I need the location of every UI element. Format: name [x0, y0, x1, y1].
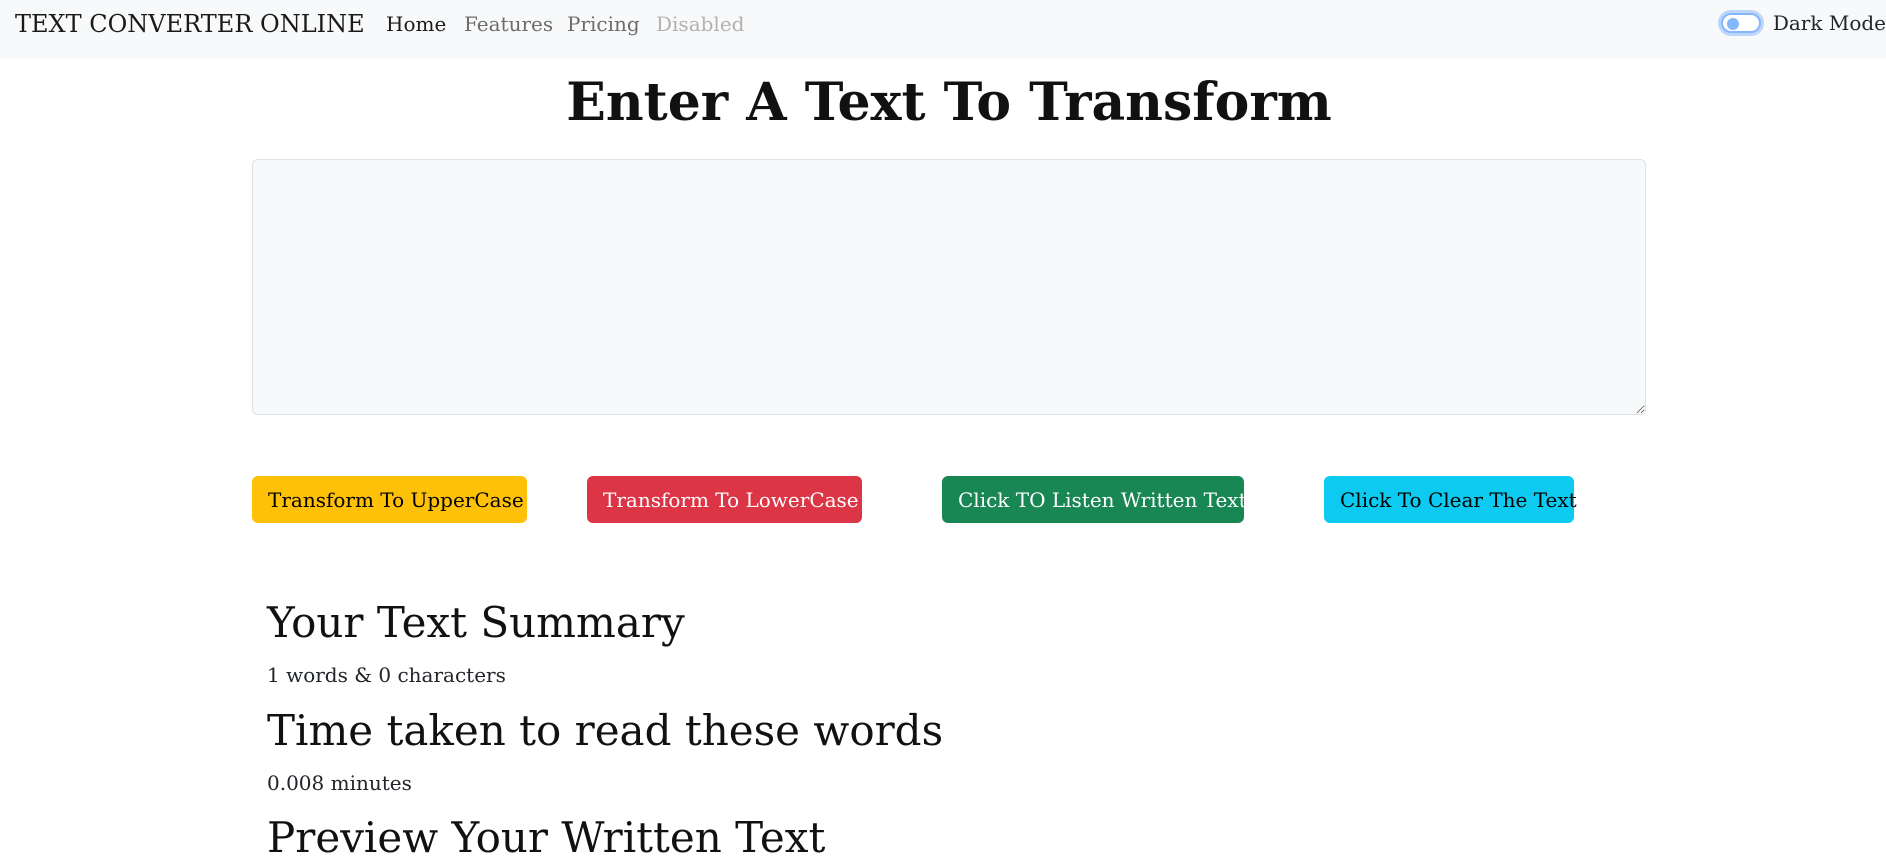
- text-input[interactable]: [252, 159, 1646, 415]
- nav-link-pricing[interactable]: Pricing: [567, 12, 640, 36]
- listen-button[interactable]: Click TO Listen Written Text: [942, 476, 1247, 523]
- read-time-value: 0.008 minutes: [267, 771, 412, 795]
- nav-link-home[interactable]: Home: [386, 12, 446, 36]
- dark-mode-toggle[interactable]: Dark Mode: [1720, 10, 1886, 36]
- lowercase-button[interactable]: Transform To LowerCase: [587, 476, 862, 523]
- dark-mode-label[interactable]: Dark Mode: [1773, 11, 1886, 35]
- uppercase-button[interactable]: Transform To UpperCase: [252, 476, 527, 523]
- nav-link-features[interactable]: Features: [464, 12, 553, 36]
- brand-link[interactable]: TEXT CONVERTER ONLINE: [15, 10, 365, 38]
- word-char-count: 1 words & 0 characters: [267, 663, 506, 687]
- navbar: TEXT CONVERTER ONLINE Home Features Pric…: [0, 0, 1886, 58]
- dark-mode-switch[interactable]: [1720, 13, 1761, 33]
- nav-link-disabled: Disabled: [656, 12, 745, 36]
- clear-button[interactable]: Click To Clear The Text: [1324, 476, 1577, 523]
- page-title: Enter A Text To Transform: [566, 72, 1332, 133]
- read-time-heading: Time taken to read these words: [267, 706, 944, 755]
- summary-heading: Your Text Summary: [267, 598, 685, 647]
- preview-heading: Preview Your Written Text: [267, 813, 826, 862]
- switch-knob-icon: [1726, 18, 1739, 30]
